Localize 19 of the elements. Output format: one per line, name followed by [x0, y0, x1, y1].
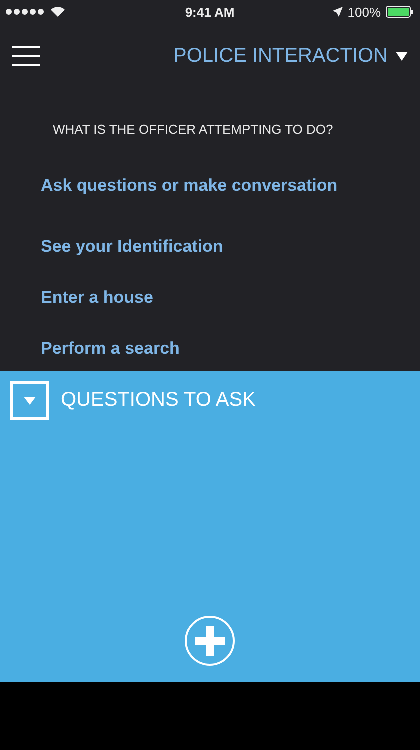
battery-percent: 100%: [348, 4, 381, 20]
panel-title: QUESTIONS TO ASK: [61, 389, 256, 412]
signal-icon: [6, 9, 46, 15]
menu-icon[interactable]: [12, 46, 40, 66]
option-link[interactable]: Enter a house: [41, 289, 420, 306]
option-link[interactable]: See your Identification: [41, 238, 420, 255]
caret-icon: [24, 396, 36, 404]
location-icon: [332, 7, 343, 17]
add-button[interactable]: [185, 616, 235, 666]
question-text: WHAT IS THE OFFICER ATTEMPTING TO DO?: [53, 122, 334, 137]
option-link[interactable]: Ask questions or make conversation: [41, 177, 420, 194]
status-time: 9:41 AM: [185, 4, 235, 20]
section-dropdown[interactable]: POLICE INTERACTION: [174, 44, 408, 68]
option-link[interactable]: Perform a search: [41, 340, 420, 357]
plus-icon: [195, 626, 225, 656]
expand-toggle[interactable]: [10, 381, 49, 420]
wifi-icon: [51, 7, 65, 17]
caret-icon: [396, 52, 408, 60]
battery-icon: [386, 6, 414, 18]
